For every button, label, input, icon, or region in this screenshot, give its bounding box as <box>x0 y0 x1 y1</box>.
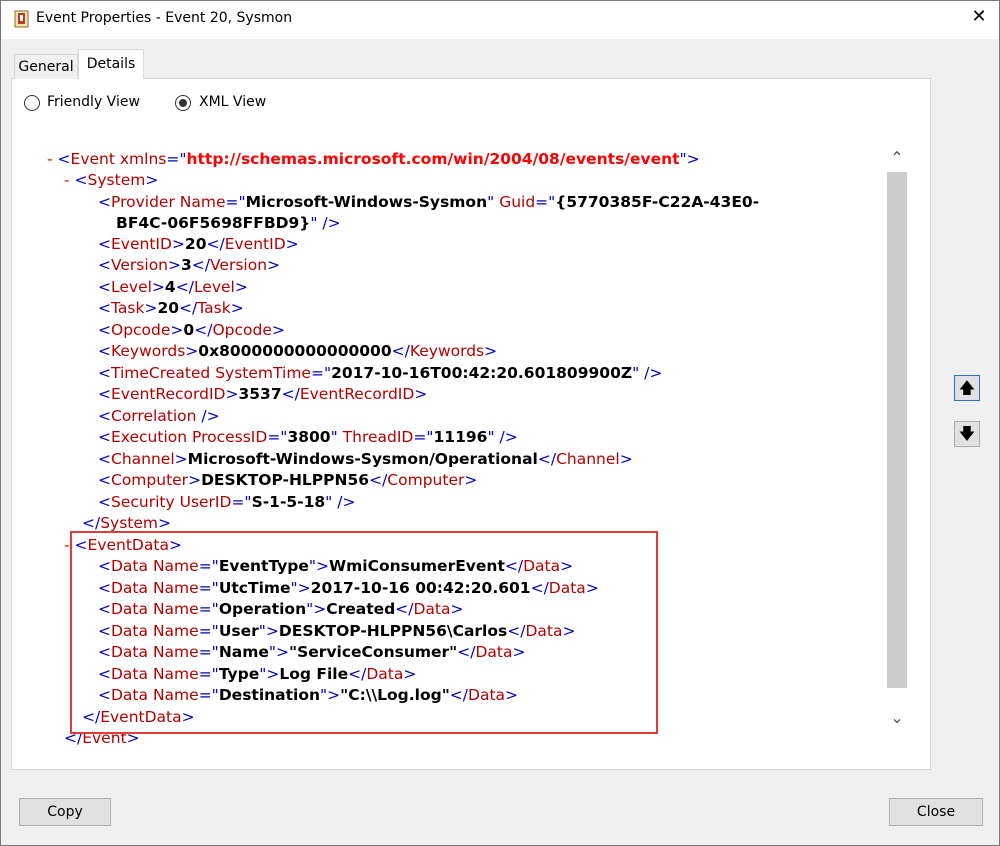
xml-line-security: <Security UserID="S-1-5-18" /> <box>98 493 356 511</box>
xml-line-eventid: <EventID>20</EventID> <box>98 235 299 253</box>
scroll-down-icon[interactable]: ⌄ <box>886 708 908 727</box>
arrow-down-icon: 🡇 <box>958 424 976 443</box>
arrow-up-icon: 🡅 <box>958 378 976 397</box>
xml-line-event-open: - <Event xmlns="http://schemas.microsoft… <box>47 150 700 168</box>
xmlns-url[interactable]: http://schemas.microsoft.com/win/2004/08… <box>186 150 679 168</box>
next-event-button[interactable]: 🡇 <box>954 421 980 447</box>
copy-button[interactable]: Copy <box>19 798 111 826</box>
xml-line-provider-cont: BF4C-06F5698FFBD9}" /> <box>116 214 341 232</box>
xml-line-version: <Version>3</Version> <box>98 256 281 274</box>
event-viewer-icon <box>14 10 29 28</box>
close-button[interactable]: Close <box>889 798 983 826</box>
xml-line-computer: <Computer>DESKTOP-HLPPN56</Computer> <box>98 471 478 489</box>
xml-line-system-open: - <System> <box>64 171 159 189</box>
xml-line-task: <Task>20</Task> <box>98 299 244 317</box>
friendly-view-label[interactable]: Friendly View <box>47 94 140 110</box>
xml-line-timecreated: <TimeCreated SystemTime="2017-10-16T00:4… <box>98 364 663 382</box>
xml-line-execution: <Execution ProcessID="3800" ThreadID="11… <box>98 428 518 446</box>
friendly-view-text: Friendly View <box>47 94 140 110</box>
xml-line-opcode: <Opcode>0</Opcode> <box>98 321 285 339</box>
tab-general[interactable]: General <box>14 54 78 79</box>
friendly-view-radio[interactable] <box>24 95 40 111</box>
xml-line-keywords: <Keywords>0x8000000000000000</Keywords> <box>98 342 498 360</box>
vertical-scrollbar-thumb[interactable] <box>887 172 907 688</box>
previous-event-button[interactable]: 🡅 <box>954 375 980 401</box>
scroll-up-icon[interactable]: ⌃ <box>886 148 908 167</box>
xml-view-radio[interactable] <box>175 95 191 111</box>
xml-line-channel: <Channel>Microsoft-Windows-Sysmon/Operat… <box>98 450 633 468</box>
xml-view-label[interactable]: XML View <box>199 94 266 110</box>
window-title: Event Properties - Event 20, Sysmon <box>36 10 293 26</box>
xml-line-correlation: <Correlation /> <box>98 407 220 425</box>
tab-details[interactable]: Details <box>78 49 144 79</box>
xml-line-level: <Level>4</Level> <box>98 278 248 296</box>
xml-view-text: XML View <box>199 94 267 110</box>
eventdata-highlight-box <box>70 531 658 734</box>
xml-line-eventrecordid: <EventRecordID>3537</EventRecordID> <box>98 385 428 403</box>
close-window-icon[interactable]: ✕ <box>964 2 994 32</box>
xml-line-provider: <Provider Name="Microsoft-Windows-Sysmon… <box>98 193 760 211</box>
